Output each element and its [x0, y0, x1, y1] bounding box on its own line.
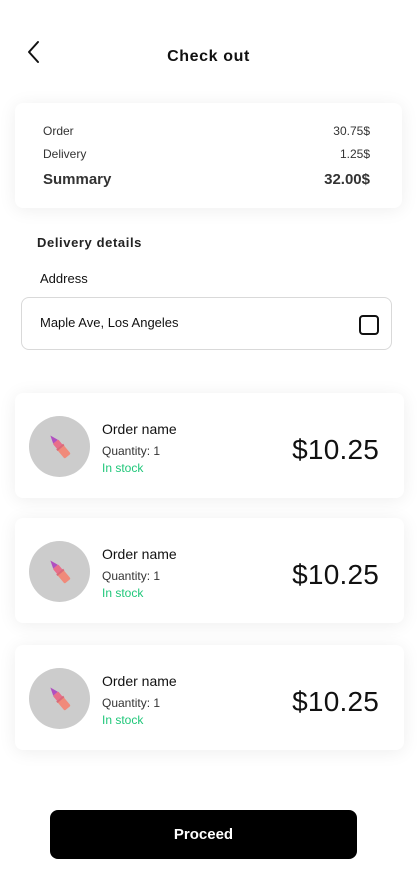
order-price: $10.25 — [292, 559, 379, 590]
stock-status: In stock — [102, 586, 144, 600]
stock-status: In stock — [102, 461, 144, 475]
summary-row: Summary 32.00$ — [43, 171, 370, 188]
order-item-card[interactable]: Order name Quantity: 1 In stock $10.25 — [15, 645, 404, 750]
delivery-details-title: Delivery details — [37, 235, 142, 250]
product-avatar — [29, 668, 90, 729]
address-label: Address — [40, 271, 88, 286]
order-summary-card: Order 30.75$ Delivery 1.25$ Summary 32.0… — [15, 103, 402, 208]
checkbox-icon[interactable] — [359, 315, 379, 335]
stock-status: In stock — [102, 713, 144, 727]
lipstick-icon — [49, 687, 70, 710]
lipstick-icon — [49, 435, 70, 458]
address-field[interactable]: Maple Ave, Los Angeles — [21, 297, 392, 350]
product-avatar — [29, 541, 90, 602]
delivery-value: 1.25$ — [339, 147, 370, 161]
order-quantity: Quantity: 1 — [102, 569, 161, 583]
summary-value: 32.00$ — [324, 171, 370, 188]
order-item-card[interactable]: Order name Quantity: 1 In stock $10.25 — [15, 518, 404, 623]
order-quantity: Quantity: 1 — [102, 444, 161, 458]
order-price: $10.25 — [292, 686, 379, 717]
order-item-card[interactable]: Order name Quantity: 1 In stock $10.25 — [15, 393, 404, 498]
order-value: 30.75$ — [333, 124, 370, 138]
page-title: Check out — [167, 48, 250, 65]
order-row: Order 30.75$ — [43, 124, 370, 138]
address-value: Maple Ave, Los Angeles — [40, 315, 179, 330]
proceed-button[interactable]: Proceed — [50, 810, 357, 859]
summary-label: Summary — [43, 171, 112, 188]
order-price: $10.25 — [292, 434, 379, 465]
order-name: Order name — [102, 421, 177, 437]
order-name: Order name — [102, 546, 177, 562]
order-label: Order — [43, 124, 74, 138]
order-name: Order name — [102, 673, 177, 689]
product-avatar — [29, 416, 90, 477]
delivery-row: Delivery 1.25$ — [43, 147, 370, 161]
delivery-label: Delivery — [43, 147, 87, 161]
order-quantity: Quantity: 1 — [102, 696, 161, 710]
lipstick-icon — [49, 560, 70, 583]
